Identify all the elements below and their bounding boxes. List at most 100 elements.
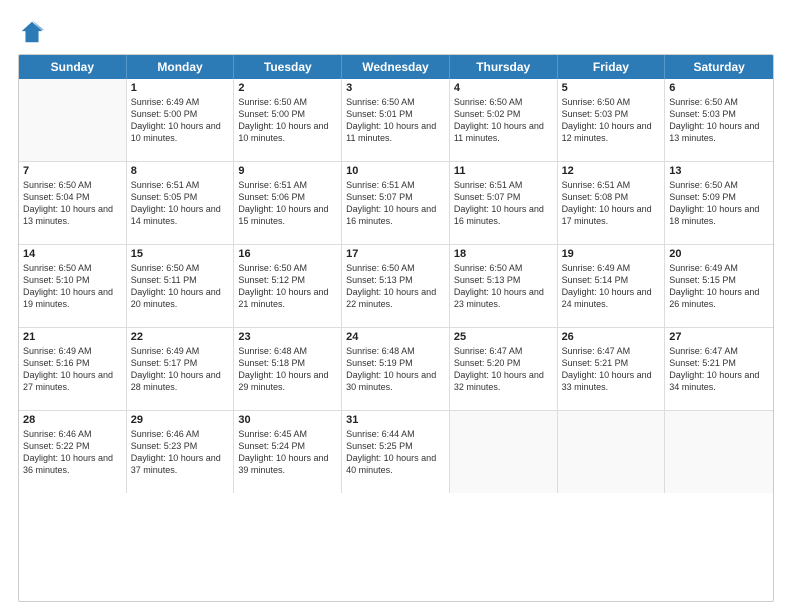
day-number: 27 <box>669 331 769 343</box>
calendar-cell: 14 Sunrise: 6:50 AM Sunset: 5:10 PM Dayl… <box>19 245 127 327</box>
cell-info: Sunrise: 6:48 AM Sunset: 5:19 PM Dayligh… <box>346 345 445 394</box>
cell-info: Sunrise: 6:46 AM Sunset: 5:22 PM Dayligh… <box>23 428 122 477</box>
sunrise-text: Sunrise: 6:50 AM <box>346 97 415 107</box>
sunrise-text: Sunrise: 6:50 AM <box>238 97 307 107</box>
calendar: SundayMondayTuesdayWednesdayThursdayFrid… <box>18 54 774 602</box>
sunset-text: Sunset: 5:23 PM <box>131 441 198 451</box>
logo <box>18 18 50 46</box>
cell-info: Sunrise: 6:50 AM Sunset: 5:10 PM Dayligh… <box>23 262 122 311</box>
daylight-text: Daylight: 10 hours and 27 minutes. <box>23 370 113 392</box>
cell-info: Sunrise: 6:50 AM Sunset: 5:01 PM Dayligh… <box>346 96 445 145</box>
sunrise-text: Sunrise: 6:48 AM <box>346 346 415 356</box>
sunset-text: Sunset: 5:18 PM <box>238 358 305 368</box>
daylight-text: Daylight: 10 hours and 24 minutes. <box>562 287 652 309</box>
daylight-text: Daylight: 10 hours and 23 minutes. <box>454 287 544 309</box>
sunrise-text: Sunrise: 6:49 AM <box>669 263 738 273</box>
page: SundayMondayTuesdayWednesdayThursdayFrid… <box>0 0 792 612</box>
calendar-cell: 4 Sunrise: 6:50 AM Sunset: 5:02 PM Dayli… <box>450 79 558 161</box>
sunset-text: Sunset: 5:15 PM <box>669 275 736 285</box>
calendar-cell: 22 Sunrise: 6:49 AM Sunset: 5:17 PM Dayl… <box>127 328 235 410</box>
sunset-text: Sunset: 5:25 PM <box>346 441 413 451</box>
cell-info: Sunrise: 6:51 AM Sunset: 5:06 PM Dayligh… <box>238 179 337 228</box>
day-number: 21 <box>23 331 122 343</box>
sunset-text: Sunset: 5:21 PM <box>669 358 736 368</box>
daylight-text: Daylight: 10 hours and 19 minutes. <box>23 287 113 309</box>
calendar-header: SundayMondayTuesdayWednesdayThursdayFrid… <box>19 55 773 79</box>
calendar-cell: 3 Sunrise: 6:50 AM Sunset: 5:01 PM Dayli… <box>342 79 450 161</box>
cell-info: Sunrise: 6:49 AM Sunset: 5:17 PM Dayligh… <box>131 345 230 394</box>
calendar-cell: 20 Sunrise: 6:49 AM Sunset: 5:15 PM Dayl… <box>665 245 773 327</box>
cell-info: Sunrise: 6:51 AM Sunset: 5:05 PM Dayligh… <box>131 179 230 228</box>
cell-info: Sunrise: 6:50 AM Sunset: 5:03 PM Dayligh… <box>562 96 661 145</box>
daylight-text: Daylight: 10 hours and 10 minutes. <box>238 121 328 143</box>
daylight-text: Daylight: 10 hours and 37 minutes. <box>131 453 221 475</box>
cell-info: Sunrise: 6:49 AM Sunset: 5:16 PM Dayligh… <box>23 345 122 394</box>
day-number: 1 <box>131 82 230 94</box>
calendar-row: 7 Sunrise: 6:50 AM Sunset: 5:04 PM Dayli… <box>19 162 773 245</box>
day-number: 14 <box>23 248 122 260</box>
calendar-cell: 8 Sunrise: 6:51 AM Sunset: 5:05 PM Dayli… <box>127 162 235 244</box>
sunset-text: Sunset: 5:08 PM <box>562 192 629 202</box>
sunrise-text: Sunrise: 6:51 AM <box>454 180 523 190</box>
daylight-text: Daylight: 10 hours and 33 minutes. <box>562 370 652 392</box>
sunrise-text: Sunrise: 6:44 AM <box>346 429 415 439</box>
sunset-text: Sunset: 5:11 PM <box>131 275 197 285</box>
day-number: 5 <box>562 82 661 94</box>
calendar-row: 14 Sunrise: 6:50 AM Sunset: 5:10 PM Dayl… <box>19 245 773 328</box>
calendar-cell: 5 Sunrise: 6:50 AM Sunset: 5:03 PM Dayli… <box>558 79 666 161</box>
calendar-row: 28 Sunrise: 6:46 AM Sunset: 5:22 PM Dayl… <box>19 411 773 493</box>
header <box>18 18 774 46</box>
sunrise-text: Sunrise: 6:50 AM <box>669 97 738 107</box>
sunrise-text: Sunrise: 6:47 AM <box>669 346 738 356</box>
sunrise-text: Sunrise: 6:46 AM <box>131 429 200 439</box>
calendar-cell: 31 Sunrise: 6:44 AM Sunset: 5:25 PM Dayl… <box>342 411 450 493</box>
calendar-cell <box>450 411 558 493</box>
cell-info: Sunrise: 6:46 AM Sunset: 5:23 PM Dayligh… <box>131 428 230 477</box>
calendar-cell: 19 Sunrise: 6:49 AM Sunset: 5:14 PM Dayl… <box>558 245 666 327</box>
sunrise-text: Sunrise: 6:47 AM <box>454 346 523 356</box>
day-number: 19 <box>562 248 661 260</box>
sunset-text: Sunset: 5:05 PM <box>131 192 198 202</box>
calendar-cell: 18 Sunrise: 6:50 AM Sunset: 5:13 PM Dayl… <box>450 245 558 327</box>
day-number: 28 <box>23 414 122 426</box>
sunset-text: Sunset: 5:06 PM <box>238 192 305 202</box>
sunset-text: Sunset: 5:16 PM <box>23 358 90 368</box>
daylight-text: Daylight: 10 hours and 13 minutes. <box>23 204 113 226</box>
sunrise-text: Sunrise: 6:45 AM <box>238 429 307 439</box>
sunrise-text: Sunrise: 6:49 AM <box>131 97 200 107</box>
sunset-text: Sunset: 5:01 PM <box>346 109 413 119</box>
sunrise-text: Sunrise: 6:49 AM <box>23 346 92 356</box>
sunset-text: Sunset: 5:04 PM <box>23 192 90 202</box>
day-number: 9 <box>238 165 337 177</box>
cell-info: Sunrise: 6:50 AM Sunset: 5:00 PM Dayligh… <box>238 96 337 145</box>
calendar-cell: 2 Sunrise: 6:50 AM Sunset: 5:00 PM Dayli… <box>234 79 342 161</box>
daylight-text: Daylight: 10 hours and 11 minutes. <box>454 121 544 143</box>
cell-info: Sunrise: 6:44 AM Sunset: 5:25 PM Dayligh… <box>346 428 445 477</box>
cell-info: Sunrise: 6:47 AM Sunset: 5:21 PM Dayligh… <box>669 345 769 394</box>
sunrise-text: Sunrise: 6:48 AM <box>238 346 307 356</box>
sunset-text: Sunset: 5:14 PM <box>562 275 629 285</box>
calendar-cell: 23 Sunrise: 6:48 AM Sunset: 5:18 PM Dayl… <box>234 328 342 410</box>
calendar-cell: 15 Sunrise: 6:50 AM Sunset: 5:11 PM Dayl… <box>127 245 235 327</box>
weekday-header: Tuesday <box>234 55 342 79</box>
sunset-text: Sunset: 5:09 PM <box>669 192 736 202</box>
sunrise-text: Sunrise: 6:50 AM <box>238 263 307 273</box>
day-number: 17 <box>346 248 445 260</box>
daylight-text: Daylight: 10 hours and 14 minutes. <box>131 204 221 226</box>
sunrise-text: Sunrise: 6:50 AM <box>131 263 200 273</box>
day-number: 13 <box>669 165 769 177</box>
sunset-text: Sunset: 5:20 PM <box>454 358 521 368</box>
cell-info: Sunrise: 6:47 AM Sunset: 5:21 PM Dayligh… <box>562 345 661 394</box>
sunrise-text: Sunrise: 6:50 AM <box>23 263 92 273</box>
sunrise-text: Sunrise: 6:51 AM <box>238 180 307 190</box>
sunset-text: Sunset: 5:00 PM <box>131 109 198 119</box>
day-number: 31 <box>346 414 445 426</box>
day-number: 12 <box>562 165 661 177</box>
day-number: 7 <box>23 165 122 177</box>
daylight-text: Daylight: 10 hours and 29 minutes. <box>238 370 328 392</box>
calendar-cell: 6 Sunrise: 6:50 AM Sunset: 5:03 PM Dayli… <box>665 79 773 161</box>
calendar-cell <box>558 411 666 493</box>
day-number: 15 <box>131 248 230 260</box>
daylight-text: Daylight: 10 hours and 10 minutes. <box>131 121 221 143</box>
day-number: 6 <box>669 82 769 94</box>
